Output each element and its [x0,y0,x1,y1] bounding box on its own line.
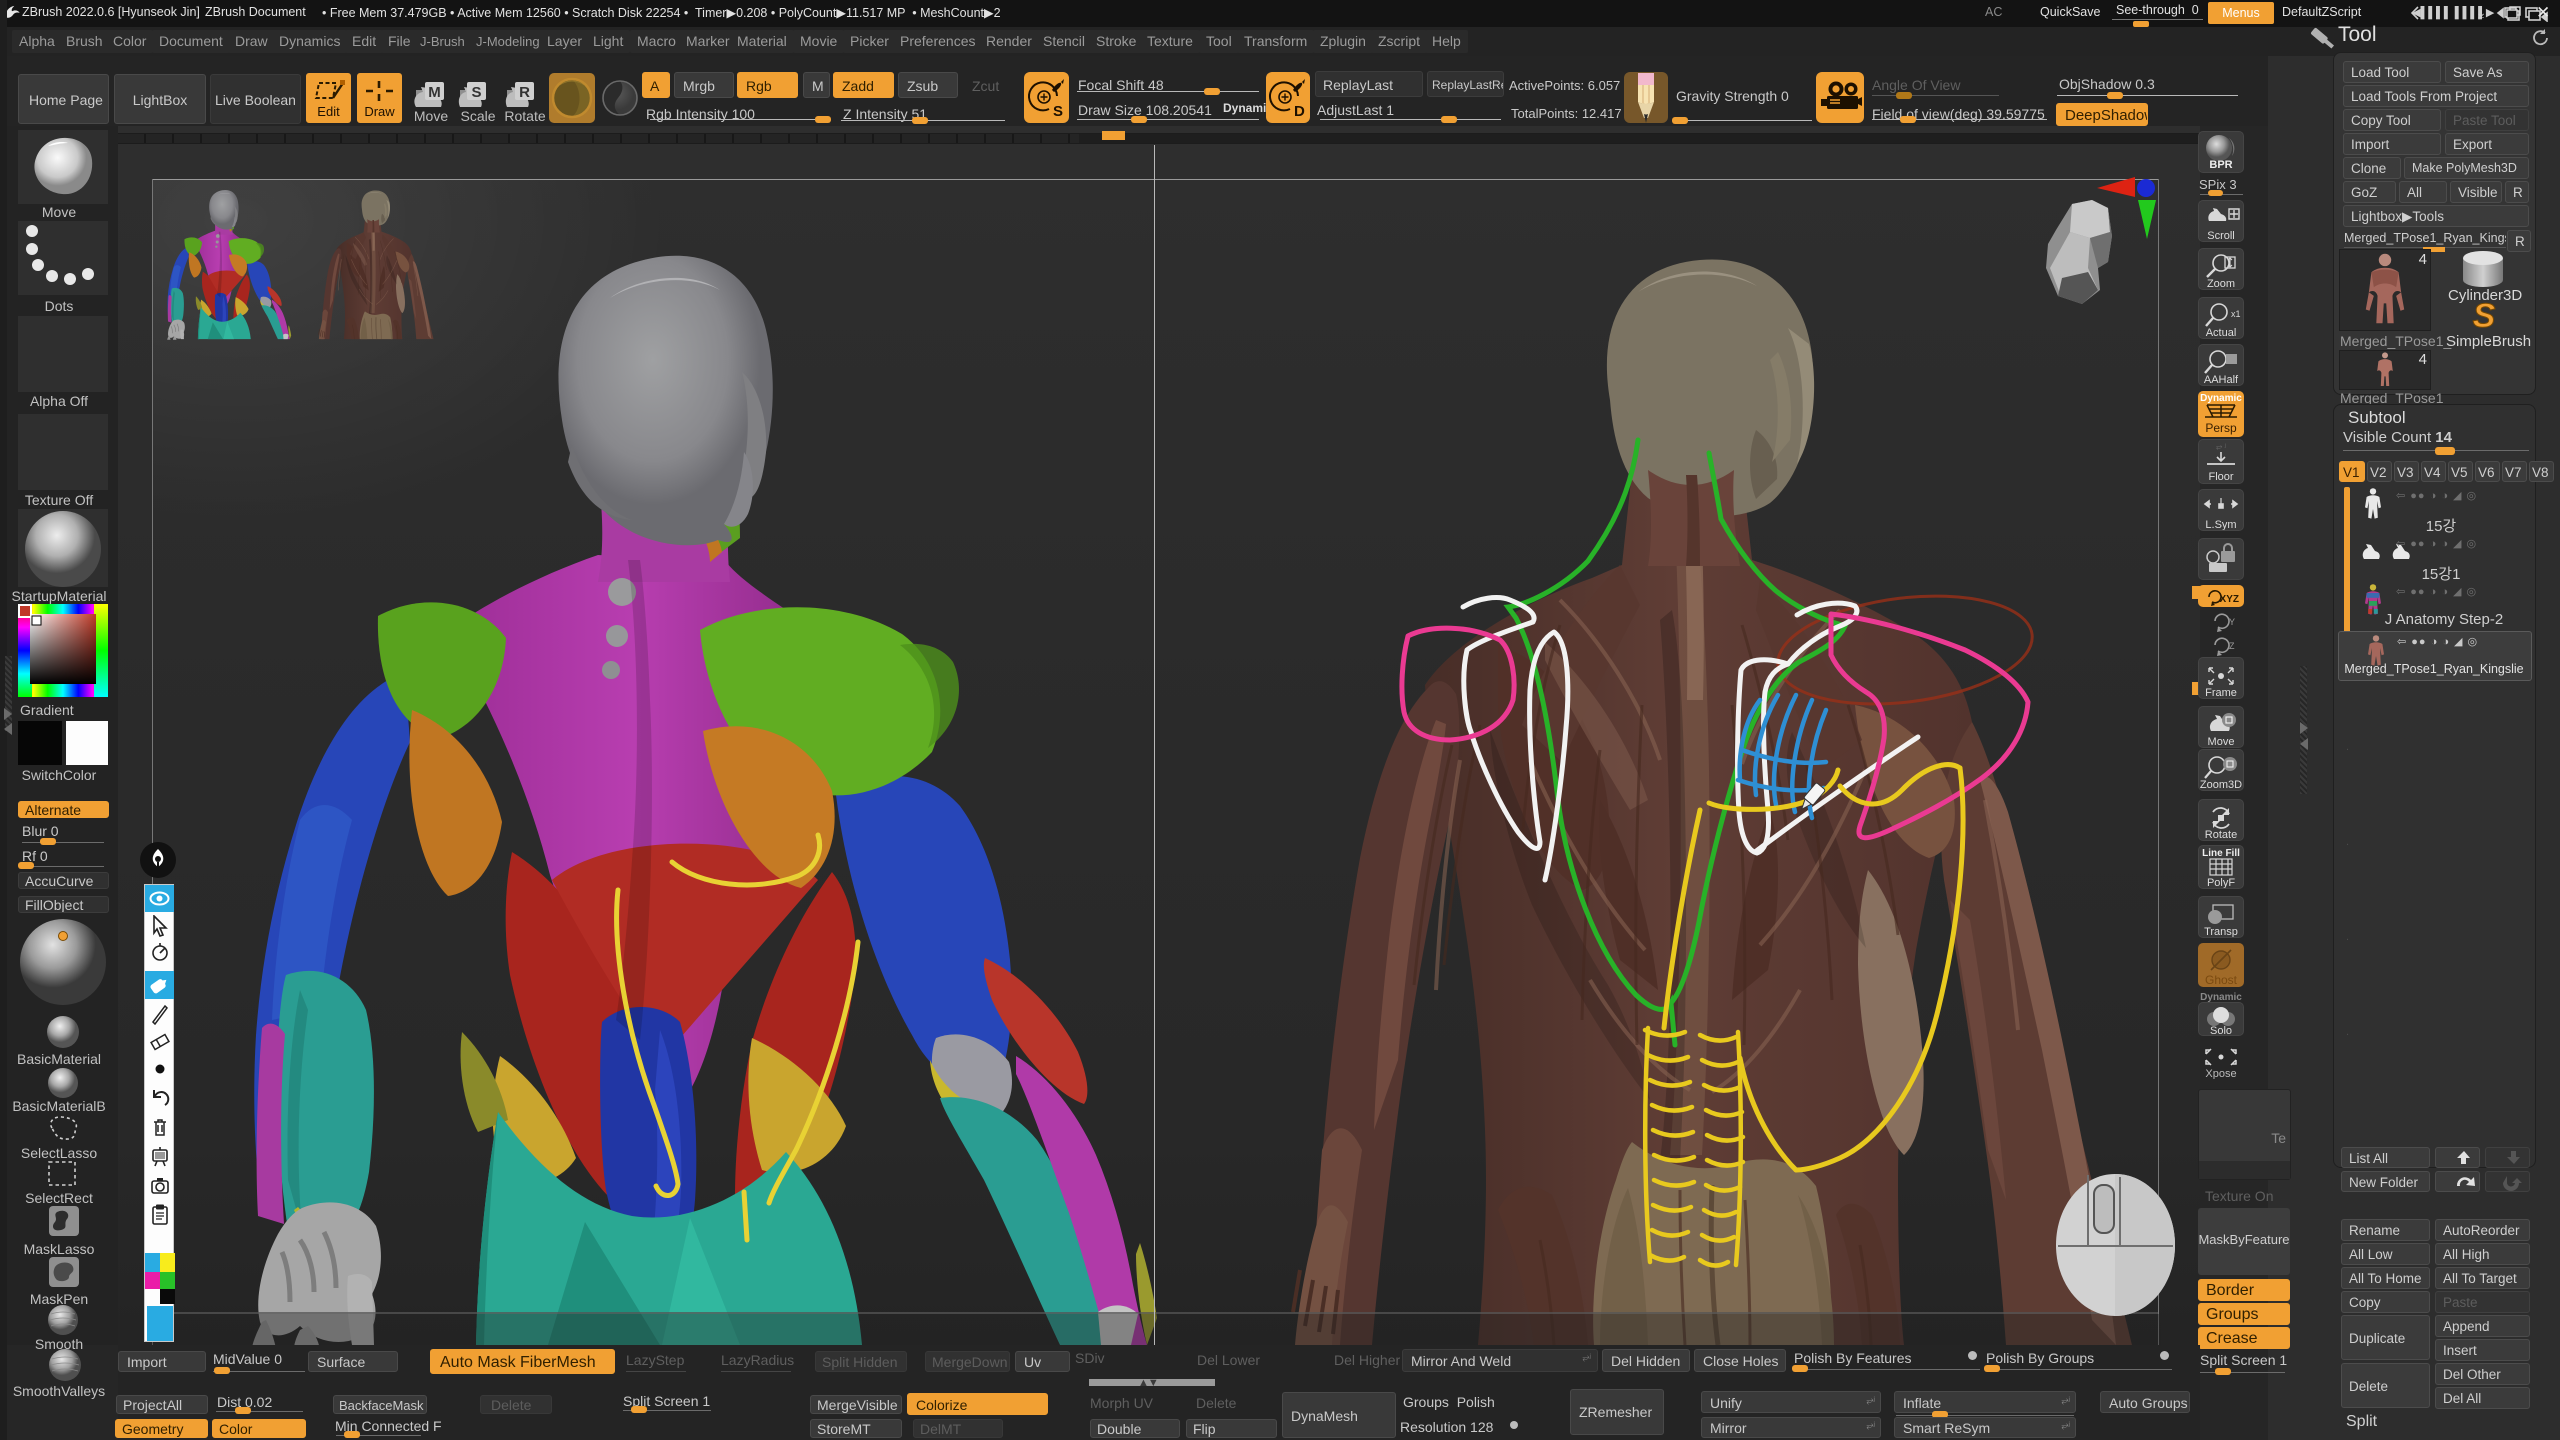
svg-text:Z: Z [2229,641,2235,651]
svg-text:R: R [519,84,530,101]
svg-text:Dynamic: Dynamic [2200,393,2242,404]
svg-text:Rotate: Rotate [2205,829,2237,841]
svg-text:Persp: Persp [2205,421,2237,435]
svg-text:Scroll: Scroll [2207,230,2235,242]
svg-text:BPR: BPR [2209,159,2232,171]
svg-text:Line Fill: Line Fill [2202,848,2240,859]
svg-text:Actual: Actual [2206,327,2237,339]
svg-text:AAHalf: AAHalf [2204,374,2239,386]
svg-text:Transp: Transp [2204,926,2238,938]
svg-text:x1: x1 [2231,309,2241,319]
svg-text:M: M [428,84,441,101]
svg-text:Solo: Solo [2210,1025,2232,1036]
svg-text:PolyF: PolyF [2207,877,2235,889]
svg-text:Move: Move [2208,736,2235,748]
svg-text:⥂ ʲ: ⥂ ʲ [2216,442,2226,451]
svg-text:S: S [1053,103,1063,120]
svg-text:Xpose: Xpose [2205,1068,2236,1080]
svg-text:Zoom3D: Zoom3D [2200,779,2242,791]
svg-text:Zoom: Zoom [2207,278,2235,290]
svg-text:Frame: Frame [2205,687,2237,699]
svg-text:D: D [1294,103,1305,120]
svg-text:L.Sym: L.Sym [2205,519,2236,531]
svg-text:S: S [471,84,481,101]
svg-text:Y: Y [2229,617,2235,627]
svg-text:XYZ: XYZ [2220,594,2239,605]
svg-text:Floor: Floor [2208,471,2233,483]
svg-text:S: S [2473,297,2496,333]
svg-text:Ghost: Ghost [2205,973,2238,987]
